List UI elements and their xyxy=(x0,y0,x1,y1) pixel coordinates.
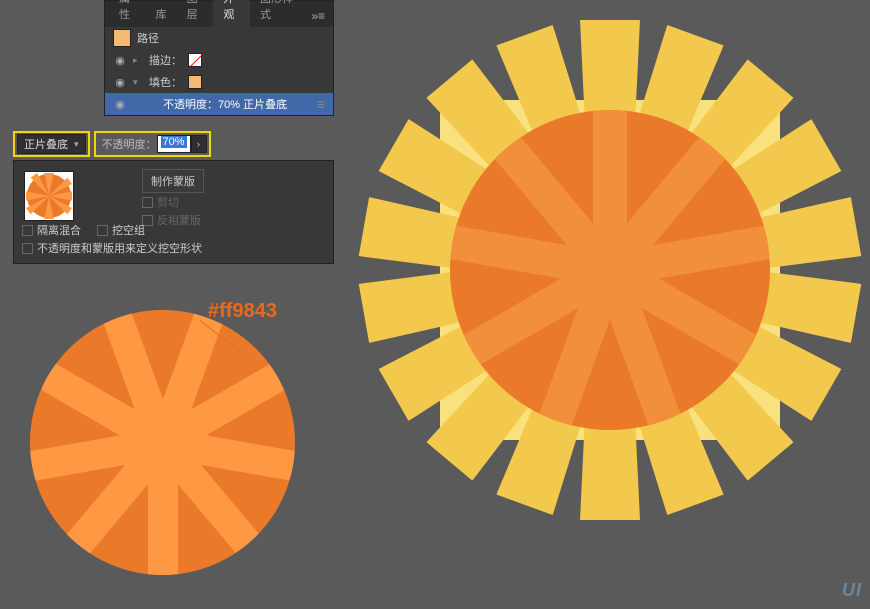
fill-row[interactable]: ◉ ▾ 填色： xyxy=(105,71,333,93)
stroke-row[interactable]: ◉ ▸ 描边： xyxy=(105,49,333,71)
sun-center-circle xyxy=(450,110,770,430)
expand-caret-icon[interactable]: ▸ xyxy=(133,55,143,66)
row-menu-icon[interactable]: ≡ xyxy=(317,96,325,112)
fill-swatch[interactable] xyxy=(188,75,202,89)
object-thumbnail[interactable] xyxy=(24,171,74,221)
transparency-mask-panel: 制作蒙版 剪切 反相蒙版 隔离混合 挖空组 不透明度和蒙版用来定义挖空形状 xyxy=(13,160,334,264)
opacity-step-button[interactable]: › xyxy=(191,135,207,153)
opacity-input[interactable]: 70% xyxy=(157,135,191,153)
dropdown-caret-icon: ▾ xyxy=(74,139,79,150)
checkbox-define-knockout[interactable] xyxy=(22,243,33,254)
checkbox xyxy=(142,197,153,208)
visibility-eye-icon[interactable]: ◉ xyxy=(113,76,127,89)
object-row: 路径 xyxy=(105,27,333,49)
artboard[interactable] xyxy=(340,0,870,609)
isolate-label: 隔离混合 xyxy=(37,222,81,238)
fill-label: 填色： xyxy=(149,74,182,90)
opacity-row[interactable]: ◉ 不透明度：70% 正片叠底 ≡ xyxy=(105,93,333,115)
mask-bottom-options: 隔离混合 挖空组 不透明度和蒙版用来定义挖空形状 xyxy=(22,221,202,257)
object-type-label: 路径 xyxy=(137,30,159,46)
watermark: UI xyxy=(842,580,862,601)
define-knockout-label: 不透明度和蒙版用来定义挖空形状 xyxy=(37,240,202,256)
object-swatch xyxy=(113,29,131,47)
clip-label: 剪切 xyxy=(157,194,179,210)
checkbox-isolate[interactable] xyxy=(22,225,33,236)
visibility-eye-icon[interactable]: ◉ xyxy=(113,54,127,67)
highlight-box-blendmode: 正片叠底 ▾ xyxy=(13,131,90,157)
stroke-swatch-none[interactable] xyxy=(188,53,202,67)
blend-mode-value: 正片叠底 xyxy=(24,136,68,152)
appearance-panel: 属性 库 图层 外观 图形样式 »≡ 路径 ◉ ▸ 描边： ◉ ▾ 填色： ◉ … xyxy=(104,0,334,116)
tab-graphic-styles[interactable]: 图形样式 xyxy=(250,0,303,27)
tab-library[interactable]: 库 xyxy=(146,1,177,27)
tab-layers[interactable]: 图层 xyxy=(177,0,214,27)
tab-properties[interactable]: 属性 xyxy=(109,0,146,27)
visibility-eye-icon[interactable]: ◉ xyxy=(113,98,127,111)
knockout-label: 挖空组 xyxy=(112,222,145,238)
panel-tabs: 属性 库 图层 外观 图形样式 »≡ xyxy=(105,1,333,27)
tab-appearance[interactable]: 外观 xyxy=(213,0,250,27)
orange-sunburst-circle[interactable] xyxy=(30,310,295,575)
stroke-label: 描边： xyxy=(149,52,182,68)
expand-caret-icon[interactable]: ▾ xyxy=(133,77,143,88)
opacity-line-label: 不透明度：70% 正片叠底 xyxy=(163,96,287,112)
checkbox-knockout[interactable] xyxy=(97,225,108,236)
make-mask-button[interactable]: 制作蒙版 xyxy=(142,169,204,193)
hex-color-label: #ff9843 xyxy=(208,300,277,323)
blend-opacity-bar: 正片叠底 ▾ 不透明度： 70% › xyxy=(13,130,334,158)
sun-artwork[interactable] xyxy=(360,20,860,520)
panel-menu-icon[interactable]: »≡ xyxy=(303,5,333,27)
blend-mode-select[interactable]: 正片叠底 ▾ xyxy=(17,134,86,154)
opacity-label: 不透明度： xyxy=(102,136,157,152)
highlight-box-opacity: 不透明度： 70% › xyxy=(94,131,211,157)
